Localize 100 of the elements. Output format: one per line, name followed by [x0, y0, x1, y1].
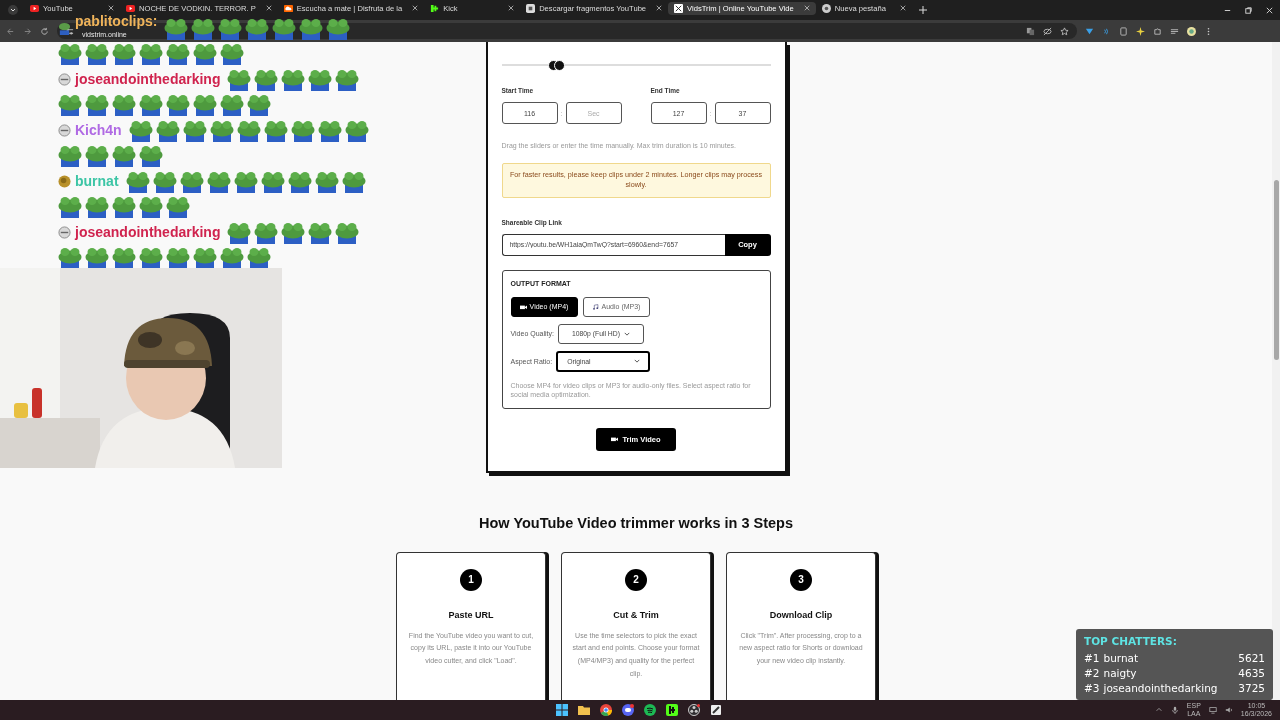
emote-icon [112, 94, 136, 117]
close-icon[interactable] [412, 5, 419, 11]
emote-icon [299, 17, 324, 40]
chatter-name: naigty [1103, 667, 1138, 679]
play-icon [126, 3, 135, 13]
rank-text: #1 [1084, 652, 1100, 664]
chat-app-icon[interactable] [622, 704, 634, 716]
eye-off-icon[interactable] [1043, 26, 1052, 36]
emote-icon [179, 170, 204, 193]
close-icon[interactable] [1265, 5, 1274, 15]
emote-icon [112, 145, 136, 168]
message-count: 4635 [1238, 667, 1265, 679]
sound-wave-icon[interactable] [1102, 26, 1111, 36]
emote-icon [166, 247, 190, 270]
camera-icon [519, 303, 527, 310]
emote-icon [58, 94, 82, 117]
extension-icon[interactable] [1119, 26, 1128, 36]
caret-icon [623, 331, 630, 336]
section-heading: How YouTube Video trimmer works in 3 Steps [479, 514, 793, 531]
close-icon[interactable] [508, 5, 515, 11]
emote-icon [112, 196, 136, 219]
kick-icon [430, 3, 440, 13]
emote-icon [139, 196, 163, 219]
emote-icon [314, 170, 339, 193]
emote-icon [193, 43, 217, 66]
emote-icon [308, 221, 333, 244]
slider-thumb[interactable] [554, 60, 566, 71]
reload-icon[interactable] [40, 26, 49, 36]
emote-icon [209, 119, 234, 142]
rank-text: #3 [1084, 682, 1100, 694]
cloud-icon [283, 3, 293, 13]
avatar-icon [58, 22, 71, 36]
back-icon[interactable] [6, 26, 15, 36]
rank-text: #2 [1084, 667, 1100, 679]
emote-icon [58, 196, 82, 219]
close-icon[interactable] [265, 5, 272, 11]
emote-icon [287, 170, 312, 193]
emote-icon [193, 94, 217, 117]
monitor-icon[interactable] [1208, 706, 1217, 714]
close-icon[interactable] [108, 5, 114, 11]
translate-icon[interactable] [1026, 26, 1035, 36]
sparkle-icon[interactable] [1136, 26, 1145, 36]
emote-icon [247, 94, 271, 117]
volume-icon[interactable] [1224, 706, 1233, 714]
emote-icon [85, 43, 109, 66]
emote-icon [85, 94, 109, 117]
emote-icon [281, 68, 306, 91]
step-title: Cut & Trim [613, 609, 659, 620]
emote-icon [220, 43, 244, 66]
emote-icon [112, 247, 136, 270]
forward-icon[interactable] [23, 26, 32, 36]
scrollbar[interactable] [1272, 42, 1280, 700]
emote-icon [166, 43, 190, 66]
emote-icon [182, 119, 207, 142]
emote-icon [206, 170, 231, 193]
avatar-icon[interactable] [1187, 26, 1196, 36]
browser-icon[interactable] [600, 704, 612, 716]
emote-icon [218, 17, 243, 40]
emote-icon [227, 68, 252, 91]
camera-icon [611, 436, 619, 443]
folder-icon[interactable] [578, 704, 590, 716]
emote-icon [308, 68, 333, 91]
chatter-name: joseandointhedarking [1103, 682, 1219, 694]
new-tab-icon[interactable] [917, 5, 928, 15]
emote-icon [317, 119, 342, 142]
emote-icon [139, 43, 163, 66]
restore-icon[interactable] [1244, 5, 1253, 15]
step-number: 2 [625, 568, 647, 591]
star-icon[interactable] [1060, 26, 1069, 36]
emote-icon [341, 170, 366, 193]
emote-icon [233, 170, 258, 193]
microphone-icon[interactable] [1170, 706, 1179, 714]
message-count: 3725 [1238, 682, 1265, 694]
chatter-name: burnat [1103, 652, 1140, 664]
panel-title: TOP CHATTERS: [1084, 635, 1178, 647]
chat-username: Kich4n [75, 124, 122, 138]
windows-icon[interactable] [556, 704, 568, 716]
chevron-up-icon[interactable] [1154, 706, 1163, 714]
reading-list-icon[interactable] [1170, 26, 1179, 36]
emote-icon [344, 119, 369, 142]
chat-username: joseandointhedarking [75, 226, 221, 240]
app-icon[interactable] [710, 704, 722, 716]
emote-icon [85, 247, 109, 270]
emote-icon [272, 17, 297, 40]
emote-icon [263, 119, 288, 142]
record-app-icon[interactable] [688, 704, 700, 716]
extension-icon[interactable] [1085, 26, 1094, 36]
badge-icon [58, 175, 71, 189]
emote-icon [326, 17, 351, 40]
step-title: Download Clip [769, 609, 833, 620]
close-icon[interactable] [803, 5, 810, 11]
emote-icon [152, 170, 177, 193]
tab-search-icon[interactable] [8, 5, 18, 15]
music-app-icon[interactable] [644, 704, 656, 716]
emote-icon [85, 145, 109, 168]
close-icon[interactable] [899, 5, 906, 11]
emote-icon [58, 43, 82, 66]
close-icon[interactable] [656, 5, 663, 11]
emote-icon [166, 94, 190, 117]
kick-icon[interactable] [666, 704, 678, 716]
